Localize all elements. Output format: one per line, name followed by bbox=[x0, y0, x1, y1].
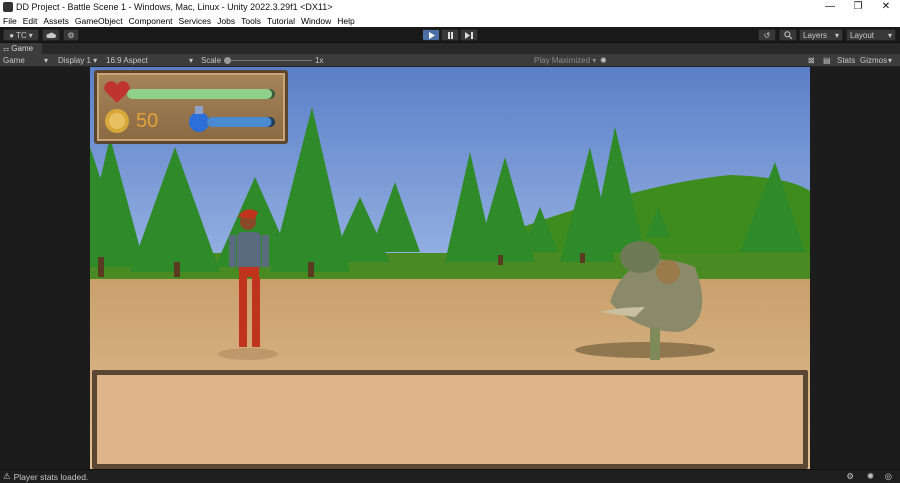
tab-game[interactable]: ⚏ Game bbox=[0, 43, 42, 54]
history-icon: ↺ bbox=[763, 30, 771, 40]
slider-track bbox=[224, 60, 312, 61]
hud-graphics bbox=[104, 81, 275, 133]
layers-dropdown[interactable]: Layers ▾ bbox=[799, 29, 843, 41]
chevron-down-icon: ▾ bbox=[189, 56, 194, 65]
minimize-button[interactable]: — bbox=[816, 0, 844, 14]
view-mode-dropdown[interactable]: Game bbox=[3, 56, 25, 65]
heart-icon bbox=[104, 81, 130, 103]
tab-bar: ⚏ Game bbox=[0, 43, 900, 54]
gear-icon: ⚙ bbox=[67, 30, 75, 40]
view-mode-label: Game bbox=[3, 56, 25, 65]
main-toolbar: ● TC ▾ ⚙ ↺ Layers ▾ Layout ▾ bbox=[0, 27, 900, 43]
menu-file[interactable]: File bbox=[3, 16, 17, 26]
bug-icon[interactable]: ✺ bbox=[600, 56, 607, 65]
slider-handle[interactable] bbox=[224, 57, 231, 64]
play-maximized-toggle[interactable]: Play Maximized ▾ bbox=[534, 56, 596, 65]
stats-icon: ▤ bbox=[823, 56, 831, 65]
mana-potion-icon bbox=[189, 112, 209, 132]
menu-jobs[interactable]: Jobs bbox=[217, 16, 235, 26]
dialogue-panel bbox=[92, 370, 808, 469]
menu-component[interactable]: Component bbox=[129, 16, 173, 26]
menu-edit[interactable]: Edit bbox=[23, 16, 38, 26]
window-title: DD Project - Battle Scene 1 - Windows, M… bbox=[16, 2, 333, 12]
audio-mute-icon[interactable]: ⊠ bbox=[808, 56, 815, 65]
layout-label: Layout bbox=[850, 30, 875, 40]
title-bar: DD Project - Battle Scene 1 - Windows, M… bbox=[0, 0, 900, 14]
cloud-button[interactable] bbox=[42, 29, 60, 41]
window-controls: — ❐ ✕ bbox=[816, 0, 900, 14]
coin-count: 50 bbox=[136, 110, 159, 132]
chevron-down-icon: ▾ bbox=[887, 30, 892, 40]
coin-face bbox=[109, 113, 125, 129]
close-button[interactable]: ✕ bbox=[872, 0, 900, 14]
account-icon: ● bbox=[9, 30, 15, 40]
health-bar-fill bbox=[127, 89, 273, 99]
search-button[interactable] bbox=[779, 29, 797, 41]
restore-button[interactable]: ❐ bbox=[844, 0, 872, 14]
scale-value: 1x bbox=[315, 56, 324, 65]
step-button[interactable] bbox=[460, 29, 478, 41]
chevron-down-icon: ▾ bbox=[834, 30, 839, 40]
play-maximized-label: Play Maximized bbox=[534, 56, 591, 65]
layers-label: Layers bbox=[803, 30, 828, 40]
menu-window[interactable]: Window bbox=[301, 16, 331, 26]
menu-services[interactable]: Services bbox=[179, 16, 212, 26]
chevron-down-icon: ▾ bbox=[888, 56, 893, 65]
aspect-label: 16:9 Aspect bbox=[106, 56, 148, 65]
aspect-dropdown[interactable]: 16:9 Aspect bbox=[106, 56, 148, 65]
step-icon bbox=[465, 31, 473, 39]
tab-game-label: Game bbox=[11, 44, 34, 53]
info-icon: ⚠ bbox=[3, 471, 11, 481]
account-dropdown[interactable]: ● TC ▾ bbox=[3, 29, 39, 41]
game-view-toolbar: Game ▾ Display 1 ▾ 16:9 Aspect ▾ Scale 1… bbox=[0, 54, 900, 67]
status-bar: ⚠ Player stats loaded. ⚙ ✺ ◎ bbox=[0, 469, 900, 483]
pause-button[interactable] bbox=[441, 29, 459, 41]
scale-slider[interactable] bbox=[224, 57, 312, 64]
notifications-icon[interactable]: ◎ bbox=[885, 471, 892, 482]
stats-button[interactable]: Stats bbox=[837, 56, 855, 65]
unity-logo-icon bbox=[3, 2, 13, 12]
menu-assets[interactable]: Assets bbox=[43, 16, 69, 26]
menu-tutorial[interactable]: Tutorial bbox=[267, 16, 295, 26]
potion-neck bbox=[195, 106, 203, 114]
menu-bar: File Edit Assets GameObject Component Se… bbox=[0, 14, 900, 27]
chevron-down-icon: ▾ bbox=[28, 30, 33, 40]
mana-bar-fill bbox=[207, 117, 272, 127]
play-button[interactable] bbox=[422, 29, 440, 41]
pause-icon bbox=[447, 31, 453, 39]
player-hud-panel bbox=[94, 70, 288, 144]
auto-generate-lighting-icon[interactable]: ⚙ bbox=[846, 471, 854, 482]
menu-help[interactable]: Help bbox=[337, 16, 354, 26]
menu-gameobject[interactable]: GameObject bbox=[75, 16, 123, 26]
menu-tools[interactable]: Tools bbox=[241, 16, 261, 26]
debug-icon[interactable]: ✺ bbox=[867, 471, 874, 482]
gizmos-button[interactable]: Gizmos bbox=[860, 56, 887, 65]
game-controller-icon: ⚏ bbox=[3, 45, 10, 53]
display-label: Display 1 bbox=[58, 56, 91, 65]
cloud-icon bbox=[46, 32, 56, 38]
history-button[interactable]: ↺ bbox=[758, 29, 776, 41]
display-dropdown[interactable]: Display 1 ▾ bbox=[58, 56, 97, 65]
account-label: TC bbox=[16, 30, 27, 40]
status-message[interactable]: Player stats loaded. bbox=[14, 472, 89, 482]
layout-dropdown[interactable]: Layout ▾ bbox=[846, 29, 896, 41]
collab-button[interactable]: ⚙ bbox=[63, 29, 79, 41]
chevron-down-icon: ▾ bbox=[44, 56, 49, 65]
play-icon bbox=[428, 31, 435, 39]
search-icon bbox=[784, 31, 792, 39]
scale-label: Scale bbox=[201, 56, 222, 65]
